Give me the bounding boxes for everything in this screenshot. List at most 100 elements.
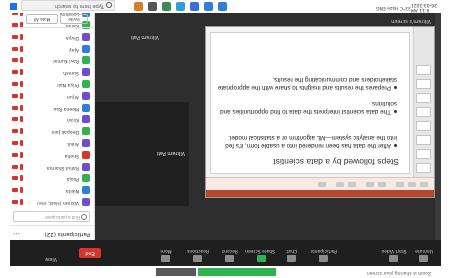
- toolbar-reactions[interactable]: Reactions: [185, 242, 211, 264]
- participant-name: Priya Nair: [56, 82, 79, 88]
- mic-muted-icon: [20, 116, 23, 123]
- bullet-text: The data scientist interprets the data t…: [220, 100, 397, 115]
- toolbar-participants[interactable]: Participants: [311, 242, 337, 264]
- app-icon[interactable]: [204, 2, 213, 11]
- video-off-icon: [12, 152, 18, 157]
- participant-name: Vikram (Host, me): [37, 200, 79, 205]
- mic-muted-icon: [20, 128, 23, 135]
- app-icon[interactable]: [162, 2, 171, 11]
- sharing-status-text: Zoom is sharing your screen: [366, 270, 431, 275]
- participants-title: Participants (22): [44, 231, 90, 237]
- participant-row[interactable]: Ravi Kumar: [10, 55, 94, 67]
- participant-row[interactable]: Nikita: [10, 184, 94, 196]
- ribbon-icon[interactable]: [396, 182, 404, 187]
- app-icon[interactable]: [148, 2, 157, 11]
- video-off-icon: [12, 70, 18, 75]
- powerpoint-window: Steps followed by a data scientist After…: [205, 26, 435, 198]
- participant-row[interactable]: Divya: [10, 31, 94, 43]
- ribbon-icon[interactable]: [318, 182, 326, 187]
- participant-row[interactable]: Kiran: [10, 114, 94, 126]
- zoom-app-icon[interactable]: [218, 2, 227, 11]
- scrollbar[interactable]: [435, 13, 441, 240]
- current-slide: Steps followed by a data scientist After…: [210, 32, 410, 174]
- slide-thumbnail[interactable]: [416, 107, 432, 117]
- taskbar-search[interactable]: Type here to search: [21, 0, 115, 11]
- slide-thumbnail[interactable]: [416, 149, 432, 159]
- slide-thumbnail[interactable]: [416, 65, 432, 75]
- ribbon-icon[interactable]: [336, 182, 344, 187]
- participant-row[interactable]: Priya Nair: [10, 78, 94, 90]
- video-off-icon: [12, 200, 18, 204]
- avatar: [82, 32, 90, 41]
- bullet-text: After the data has been rendered into a …: [225, 134, 397, 149]
- firefox-icon[interactable]: [134, 2, 143, 11]
- participant-row[interactable]: Ajay: [10, 43, 94, 55]
- system-tray-text[interactable]: 33°C Haze ENG: [376, 5, 411, 10]
- speaker-name: Vikram Pati: [156, 150, 185, 156]
- clock[interactable]: 9:11 AM 26-03-2021: [411, 2, 437, 12]
- participant-name: Pooja: [66, 176, 79, 182]
- video-off-icon: [12, 82, 18, 87]
- slide-thumbnail[interactable]: [416, 121, 432, 131]
- search-icon: [106, 2, 112, 8]
- participant-row[interactable]: Arjun: [10, 90, 94, 102]
- search-icon: [81, 214, 87, 220]
- slide-thumbnail[interactable]: [416, 135, 432, 145]
- panel-options-icon[interactable]: •••: [13, 231, 20, 236]
- ribbon-icon[interactable]: [378, 182, 386, 187]
- participant-row[interactable]: Deepak Jain: [10, 125, 94, 137]
- slide-thumbnail[interactable]: [416, 79, 432, 89]
- participant-row[interactable]: Ankit: [10, 137, 94, 149]
- participant-search-input[interactable]: Find a participant: [45, 215, 80, 220]
- slide-thumbnail[interactable]: [416, 93, 432, 103]
- view-button[interactable]: View: [45, 256, 57, 262]
- ribbon-icon[interactable]: [366, 182, 374, 187]
- participant-name: Ravi Kumar: [52, 58, 79, 64]
- participant-search[interactable]: Find a participant: [13, 211, 90, 222]
- slide-title: Steps followed by a data scientist: [273, 157, 399, 167]
- app-icon[interactable]: [190, 2, 199, 11]
- avatar: [82, 139, 90, 148]
- taskbar-search-input[interactable]: Type here to search: [55, 3, 104, 9]
- invite-button[interactable]: Invite: [60, 14, 88, 24]
- participant-name: Suresh: [63, 70, 79, 76]
- participant-row[interactable]: Meena Rao: [10, 102, 94, 114]
- avatar: [82, 91, 90, 100]
- end-meeting-button[interactable]: End: [79, 248, 101, 258]
- ribbon-icon[interactable]: [348, 182, 356, 187]
- windows-start-icon[interactable]: [10, 3, 17, 10]
- participant-row[interactable]: Rahul Sharma: [10, 161, 94, 173]
- mic-muted-icon: [20, 81, 23, 88]
- mic-muted-icon: [20, 33, 23, 40]
- participant-row[interactable]: Vikram (Host, me): [10, 196, 94, 208]
- toolbar-record[interactable]: Record: [217, 242, 243, 264]
- avatar: [82, 198, 90, 206]
- participant-name: Ankit: [67, 141, 79, 147]
- avatar: [82, 174, 90, 183]
- participants-header: Participants (22) •••: [10, 225, 94, 240]
- toolbar-chat[interactable]: Chat: [279, 242, 305, 264]
- toolbar-unmute[interactable]: Unmute: [411, 242, 437, 264]
- participant-row[interactable]: Sneha: [10, 149, 94, 161]
- speaker-video-tile[interactable]: Vikram Pati: [95, 102, 189, 206]
- toolbar-more[interactable]: More: [153, 242, 179, 264]
- record-icon: [225, 255, 235, 262]
- participant-name: Arjun: [66, 93, 79, 99]
- ppt-title-bar: [206, 190, 434, 197]
- avatar: [82, 68, 90, 77]
- sharing-indicator[interactable]: [198, 268, 276, 276]
- participant-row[interactable]: Pooja: [10, 173, 94, 185]
- video-off-icon: [12, 188, 18, 193]
- participant-row[interactable]: Suresh: [10, 66, 94, 78]
- slide-bullet: The data scientist interprets the data t…: [217, 99, 397, 115]
- edge-icon[interactable]: [176, 2, 185, 11]
- mic-muted-icon: [20, 69, 23, 76]
- ribbon-icon[interactable]: [408, 182, 416, 187]
- toolbar-share-screen[interactable]: Share Screen: [245, 242, 275, 264]
- ribbon-icon[interactable]: [420, 182, 428, 187]
- mute-all-button[interactable]: Mute All: [26, 14, 58, 24]
- stop-share-button[interactable]: [156, 268, 196, 276]
- video-off-icon: [12, 117, 18, 122]
- toolbar-start-video[interactable]: Start Video: [381, 242, 407, 264]
- slide-thumbnail[interactable]: [416, 163, 432, 173]
